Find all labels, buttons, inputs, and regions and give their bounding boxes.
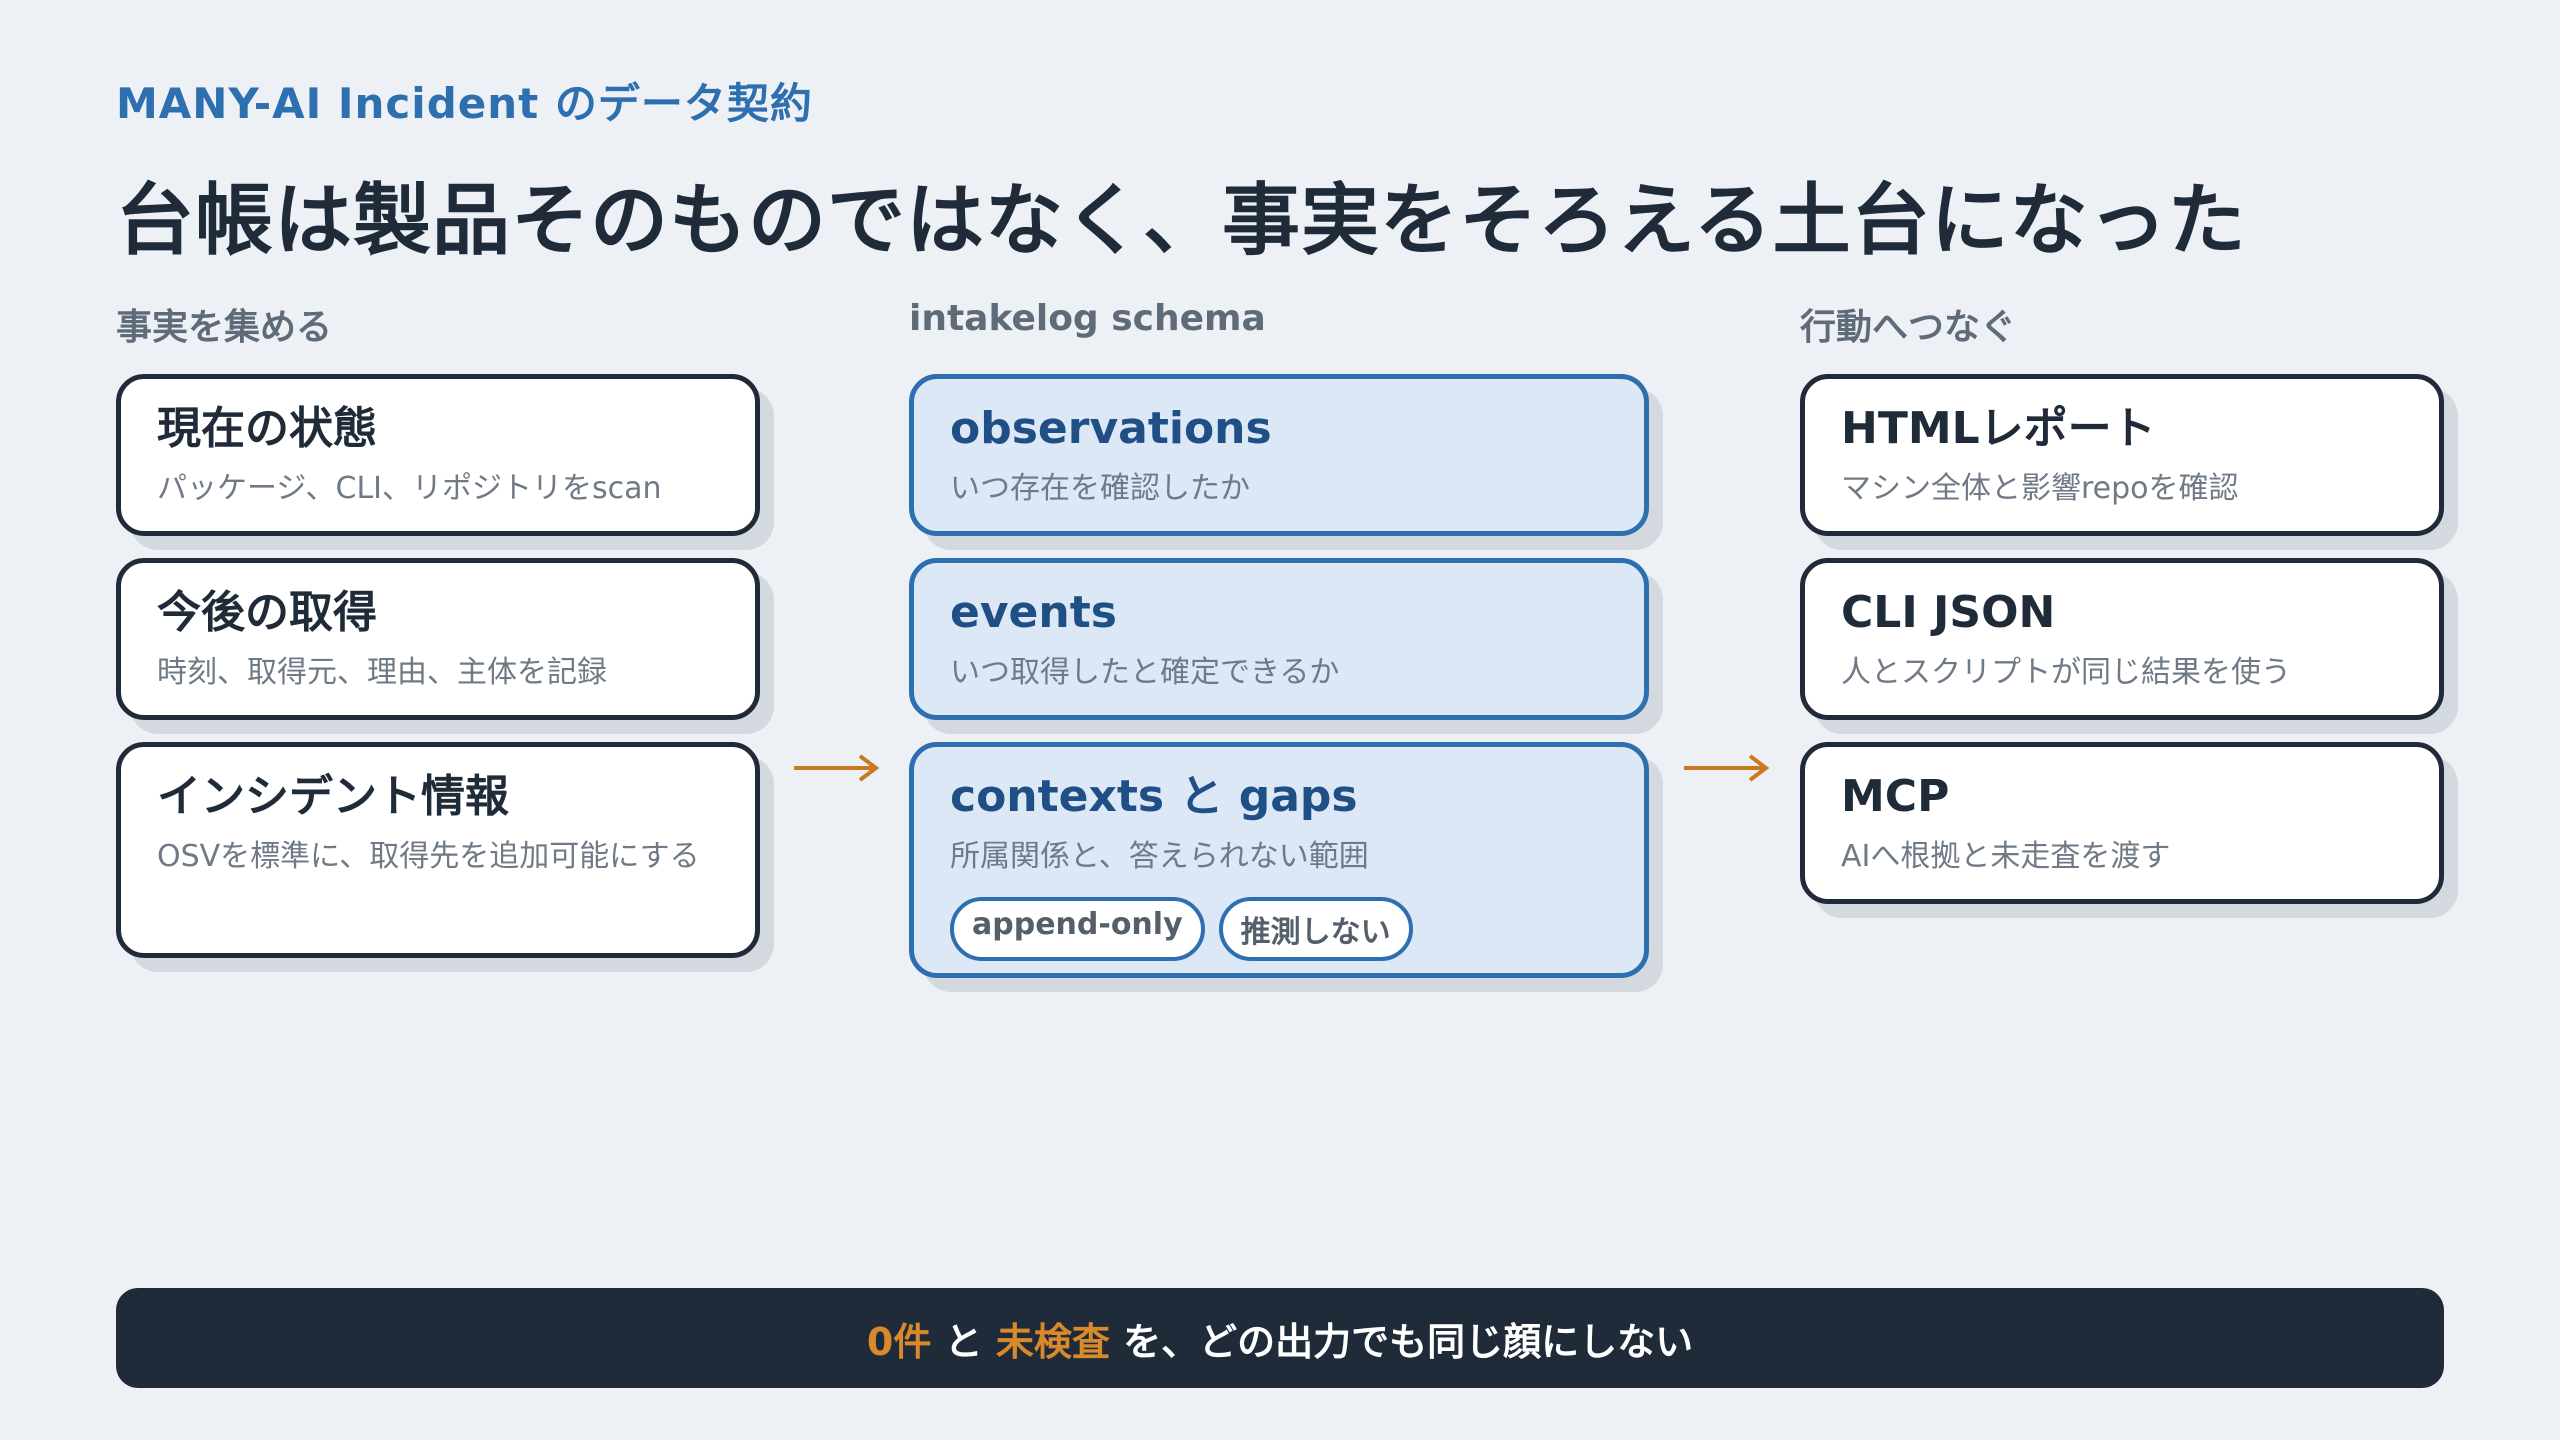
card-title: インシデント情報 [157,771,509,822]
card-title: observations [950,403,1272,454]
tag-no-guessing: 推測しない [1218,897,1413,961]
kicker: MANY-AI Incident のデータ契約 [116,79,813,128]
footer-highlight-zero: 0件 [866,1319,932,1364]
card-desc: 時刻、取得元、理由、主体を記録 [157,655,607,690]
tag-append-only: append-only [950,897,1205,961]
footer-text: を、どの出力でも同じ顔にしない [1109,1319,1694,1364]
card-desc: いつ取得したと確定できるか [950,655,1340,690]
card-mcp: MCP AIへ根拠と未走査を渡す [1800,742,2444,904]
card-incident-info: インシデント情報 OSVを標準に、取得先を追加可能にする [116,742,760,958]
card-desc: パッケージ、CLI、リポジトリをscan [157,471,662,506]
card-current-state: 現在の状態 パッケージ、CLI、リポジトリをscan [116,374,760,536]
column-label-action: 行動へつなぐ [1800,307,2017,348]
card-html-report: HTMLレポート マシン全体と影響repoを確認 [1800,374,2444,536]
page-title: 台帳は製品そのものではなく、事実をそろえる土台になった [116,176,2247,266]
card-title: CLI JSON [1841,587,2056,638]
card-desc: いつ存在を確認したか [950,471,1250,506]
column-label-schema: intakelog schema [909,298,1266,339]
card-cli-json: CLI JSON 人とスクリプトが同じ結果を使う [1800,558,2444,720]
card-title: HTMLレポート [1841,403,2156,454]
footer-connector: と [931,1319,996,1364]
card-events: events いつ取得したと確定できるか [909,558,1649,720]
card-desc: AIへ根拠と未走査を渡す [1841,839,2171,874]
card-title: MCP [1841,771,1950,822]
card-future-acquisition: 今後の取得 時刻、取得元、理由、主体を記録 [116,558,760,720]
card-desc: 所属関係と、答えられない範囲 [950,839,1369,874]
card-title: 今後の取得 [157,587,377,638]
footer-highlight-unscanned: 未検査 [995,1319,1110,1364]
footer-banner: 0件 と 未検査 を、どの出力でも同じ顔にしない [116,1288,2444,1388]
tag-list: append-only 推測しない [950,897,1610,961]
arrow-right-icon [1684,754,1770,782]
card-title: contexts と gaps [950,771,1358,822]
card-desc: OSVを標準に、取得先を追加可能にする [157,839,700,874]
card-contexts-gaps: contexts と gaps 所属関係と、答えられない範囲 append-on… [909,742,1649,978]
card-title: 現在の状態 [157,403,377,454]
arrow-right-icon [794,754,880,782]
card-desc: 人とスクリプトが同じ結果を使う [1841,655,2291,690]
card-desc: マシン全体と影響repoを確認 [1841,471,2239,506]
column-label-collect: 事実を集める [116,307,333,348]
card-observations: observations いつ存在を確認したか [909,374,1649,536]
card-title: events [950,587,1117,638]
